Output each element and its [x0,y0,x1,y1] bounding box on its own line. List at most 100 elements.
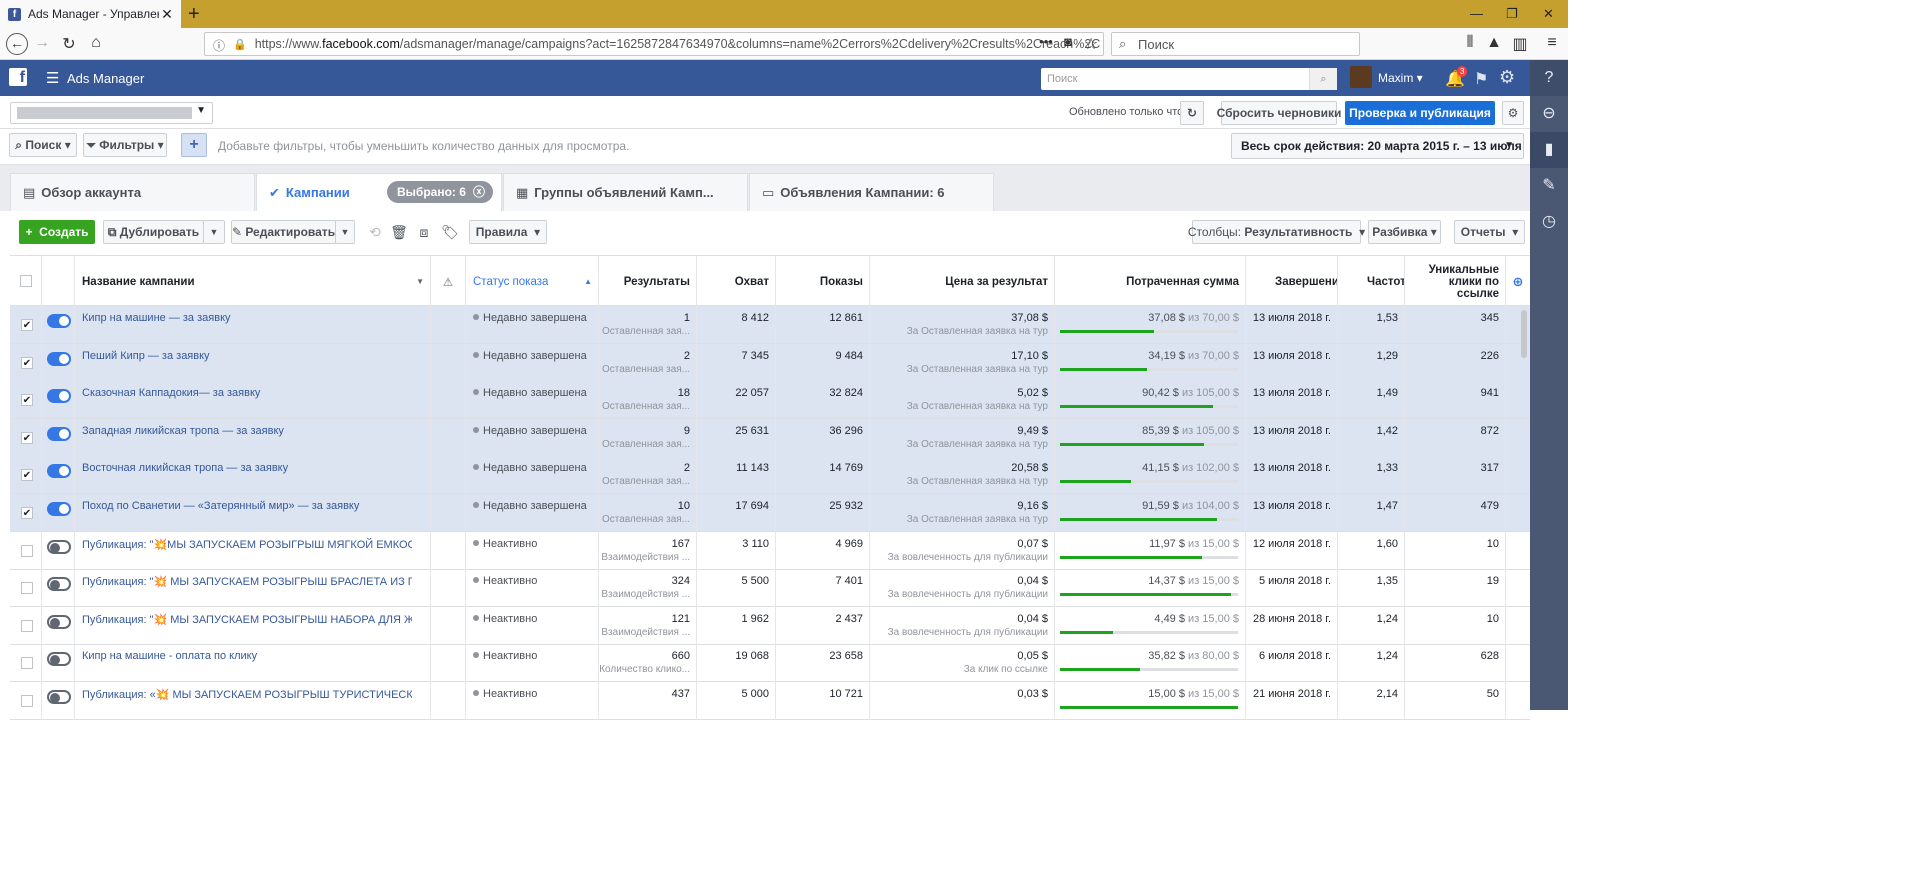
table-row[interactable]: ✔ Кипр на машине — за заявку Недавно завер… [10,306,1530,344]
header-impressions[interactable]: Показы [776,256,870,307]
table-row[interactable]: ✔ Восточная ликийская тропа — за заявку Не… [10,456,1530,495]
select-all-checkbox[interactable] [20,275,32,287]
campaign-toggle[interactable] [47,652,71,667]
header-frequency[interactable]: Частот [1338,256,1405,307]
campaign-name-link[interactable]: Публикация: «💥 МЫ ЗАПУСКАЕМ РОЗЫГРЫШ ТУР… [82,688,412,701]
pocket-icon[interactable]: ◙ [1058,34,1078,49]
row-checkbox[interactable]: ✔ [21,319,33,331]
header-amount-spent[interactable]: Потраченная сумма [1055,256,1246,307]
table-row[interactable]: ✔ Пеший Кипр — за заявку Недавно завершена… [10,343,1530,382]
browser-tab[interactable]: f Ads Manager - Управление ре ✕ [0,0,181,28]
add-column-icon[interactable]: ⊕ [1506,256,1530,307]
campaign-toggle[interactable] [47,351,71,366]
row-checkbox[interactable]: ✔ [21,507,33,519]
campaign-toggle[interactable] [47,539,71,554]
campaign-toggle[interactable] [47,389,71,404]
clock-icon[interactable]: ◷ [1530,204,1568,240]
header-results[interactable]: Результаты [599,256,697,307]
address-bar[interactable]: ⓘ 🔒 https://www.facebook.com/adsmanager/… [204,32,1104,56]
add-filter-button[interactable]: + [181,133,207,157]
tab-account-overview[interactable]: ▤ Обзор аккаунта [10,173,255,211]
search-dropdown[interactable]: ⌕ Поиск ▾ [9,133,77,157]
header-name[interactable]: Название кампании ▼ [75,256,431,307]
campaign-toggle[interactable] [47,426,71,441]
menu-icon[interactable]: ≡ [1542,34,1562,52]
settings-button[interactable]: ⚙ [1502,101,1524,125]
campaign-name-link[interactable]: Кипр на машине - оплата по клику [82,650,412,662]
header-delivery[interactable]: Статус показа ▲ [466,256,599,307]
reload-icon[interactable]: ↻ [59,34,79,54]
sync-icon[interactable]: ▲ [1484,34,1504,52]
duplicate-dropdown[interactable]: ▼ [203,220,225,244]
campaign-name-link[interactable]: Кипр на машине — за заявку [82,312,412,324]
tab-ads[interactable]: ▭ Объявления Кампании: 6 [749,173,994,211]
campaign-name-link[interactable]: Публикация: "💥МЫ ЗАПУСКАЕМ РОЗЫГРЫШ МЯГК… [82,538,412,551]
row-checkbox[interactable] [21,582,33,595]
pencil-icon[interactable]: ✎ [1530,168,1568,204]
row-checkbox[interactable] [21,544,33,557]
rules-dropdown[interactable]: Правила ▾ [469,220,547,244]
browser-search-input[interactable]: ⌕ Поиск [1111,32,1360,56]
row-checkbox[interactable]: ✔ [21,469,33,482]
campaign-name-link[interactable]: Пеший Кипр — за заявку [82,350,412,362]
row-checkbox[interactable]: ✔ [21,356,33,369]
columns-dropdown[interactable]: Столбцы: Результативность ▾ [1188,220,1365,244]
campaign-toggle[interactable] [47,577,71,592]
campaign-name-link[interactable]: Западная ликийская тропа — за заявку [82,425,412,437]
stats-icon[interactable]: ▮ [1530,132,1568,168]
avatar[interactable] [1350,66,1372,88]
fb-search-input[interactable]: Поиск ⌕ [1041,68,1337,90]
review-publish-button[interactable]: Проверка и публикация (4) [1345,101,1495,144]
table-row[interactable]: ✔ Сказочная Каппадокия— за заявку Недавно … [10,381,1530,420]
table-scrollbar[interactable] [1521,310,1527,358]
campaign-toggle[interactable] [47,464,71,479]
tab-adsets[interactable]: ▦ Группы объявлений Камп... [503,173,748,211]
campaign-toggle[interactable] [47,502,71,516]
home-icon[interactable]: ⌂ [86,34,106,52]
row-checkbox[interactable]: ✔ [21,394,33,407]
breakdown-dropdown[interactable]: Разбивка ▾ [1368,220,1441,244]
flag-icon[interactable]: ⚑ [1474,69,1488,89]
campaign-name-link[interactable]: Сказочная Каппадокия— за заявку [82,387,412,399]
minimize-icon[interactable]: — [1470,6,1483,21]
tag-icon[interactable]: 🏷 [438,220,462,244]
warning-icon[interactable]: ⚠ [431,256,466,307]
row-checkbox[interactable] [21,695,33,707]
row-checkbox[interactable] [21,657,33,670]
account-selector[interactable]: ▼ [10,102,213,124]
table-row[interactable]: ✔ Поход по Сванетии — «Затерянный мир» — … [10,494,1530,532]
campaign-name-link[interactable]: Публикация: "💥 МЫ ЗАПУСКАЕМ РОЗЫГРЫШ БРА… [82,575,412,588]
table-row[interactable]: Публикация: "💥 МЫ ЗАПУСКАЕМ РОЗЫГРЫШ БРА… [10,569,1530,608]
search-icon[interactable]: ⌕ [1309,68,1337,90]
duplicate-button[interactable]: ⧉ Дублировать [103,220,204,244]
table-row[interactable]: Публикация: "💥МЫ ЗАПУСКАЕМ РОЗЫГРЫШ МЯГК… [10,531,1530,570]
app-name[interactable]: Ads Manager [67,71,144,86]
facebook-logo-icon[interactable]: f [9,68,27,86]
filters-dropdown[interactable]: ⏷ Фильтры ▾ [83,133,167,157]
preview-icon[interactable]: ⧈ [412,220,436,244]
trash-icon[interactable]: 🗑 [387,220,411,244]
row-checkbox[interactable] [21,619,33,632]
close-tab-icon[interactable]: ✕ [159,6,175,23]
back-icon[interactable]: ← [6,33,28,55]
header-cost-per-result[interactable]: Цена за результат [870,256,1055,307]
collapse-icon[interactable]: ⊖ [1530,96,1568,132]
date-range-picker[interactable]: Весь срок действия: 20 марта 2015 г. – 1… [1231,133,1524,177]
header-ends[interactable]: Завершени [1246,256,1338,307]
gear-icon[interactable]: ⚙ [1499,67,1515,88]
info-icon[interactable]: ⓘ [213,37,225,54]
campaign-name-link[interactable]: Поход по Сванетии — «Затерянный мир» — з… [82,500,412,512]
table-row[interactable]: Публикация: "💥 МЫ ЗАПУСКАЕМ РОЗЫГРЫШ НАБ… [10,606,1530,645]
reports-dropdown[interactable]: Отчеты ▾ [1454,220,1525,244]
table-row[interactable]: ✔ Западная ликийская тропа — за заявку Нед… [10,418,1530,457]
header-unique-clicks[interactable]: Уникальные клики по ссылке [1405,256,1506,307]
refresh-button[interactable]: ↻ [1180,101,1204,125]
library-icon[interactable]: ⫴ [1460,34,1480,52]
new-tab-icon[interactable]: + [188,4,200,24]
forward-icon[interactable]: → [32,34,52,52]
create-button[interactable]: + Создать [19,220,95,244]
more-actions-icon[interactable]: ••• [1036,34,1056,49]
selected-pill[interactable]: Выбрано: 6 ⓧ [387,181,493,203]
restore-icon[interactable]: ❐ [1506,6,1518,22]
campaign-name-link[interactable]: Публикация: "💥 МЫ ЗАПУСКАЕМ РОЗЫГРЫШ НАБ… [82,613,412,626]
